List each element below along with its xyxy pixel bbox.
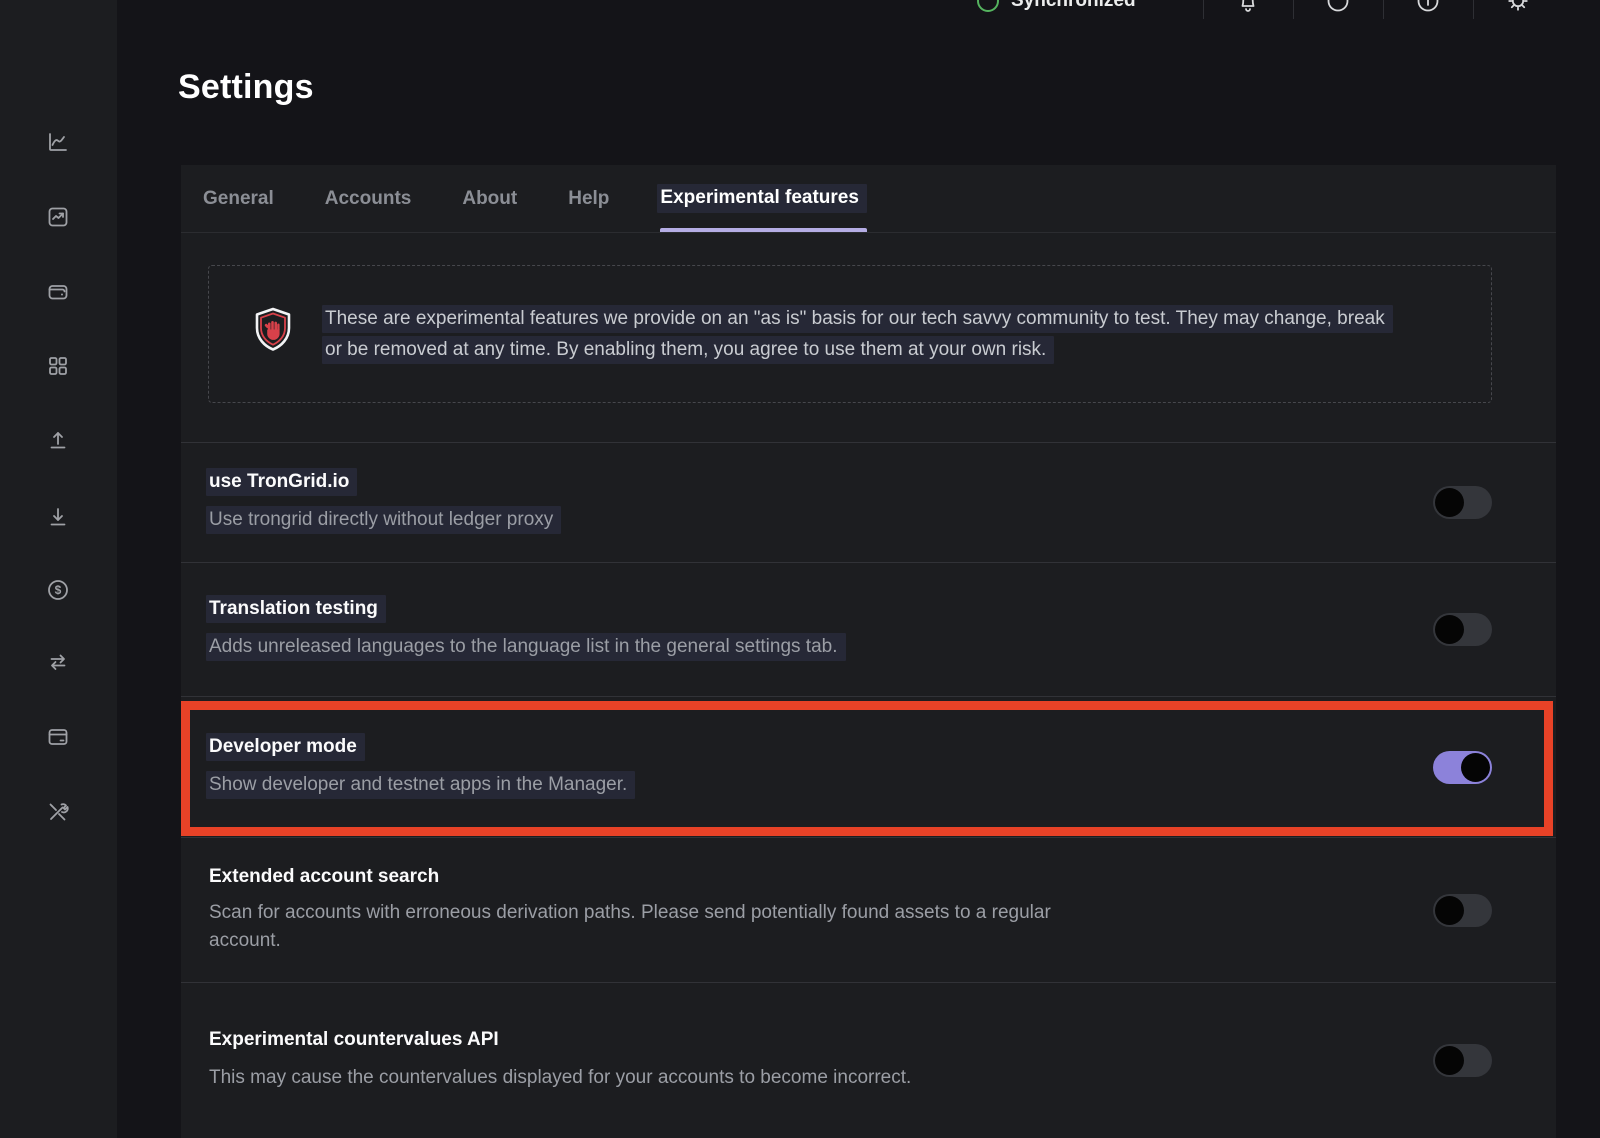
market-icon[interactable] xyxy=(46,205,70,229)
feature-title: Experimental countervalues API xyxy=(209,1029,499,1050)
toggle-knob xyxy=(1435,615,1464,644)
feature-title: use TronGrid.io xyxy=(206,468,357,496)
toggle-knob xyxy=(1435,488,1464,517)
tab-label: About xyxy=(462,188,517,210)
tab-experimental-features[interactable]: Experimental features xyxy=(660,165,867,232)
card-icon[interactable] xyxy=(46,725,70,749)
feature-description: This may cause the countervalues display… xyxy=(209,1067,911,1088)
help-circle-icon[interactable] xyxy=(1326,0,1350,13)
warning-section: These are experimental features we provi… xyxy=(181,233,1556,443)
feature-row-use-trongrid: use TronGrid.io Use trongrid directly wi… xyxy=(181,443,1556,563)
discover-apps-icon[interactable] xyxy=(46,354,70,378)
topbar-divider xyxy=(1383,0,1384,19)
topbar-divider xyxy=(1473,0,1474,19)
accounts-wallet-icon[interactable] xyxy=(46,280,70,304)
feature-row-countervalues-api: Experimental countervalues API This may … xyxy=(181,983,1556,1138)
toggle-knob xyxy=(1435,896,1464,925)
tab-label: Help xyxy=(568,188,609,210)
bell-icon[interactable] xyxy=(1236,0,1260,13)
feature-row-extended-account-search: Extended account search Scan for account… xyxy=(181,838,1556,983)
feature-description: Adds unreleased languages to the languag… xyxy=(206,633,846,661)
settings-card: General Accounts About Help Experimental… xyxy=(181,165,1556,1138)
receive-icon[interactable] xyxy=(46,505,70,529)
warning-box: These are experimental features we provi… xyxy=(208,265,1492,403)
feature-description: Use trongrid directly without ledger pro… xyxy=(206,506,561,534)
info-circle-icon[interactable] xyxy=(1416,0,1440,13)
topbar-divider xyxy=(1203,0,1204,19)
toggle-extended-account-search[interactable] xyxy=(1433,894,1492,927)
tab-label: Experimental features xyxy=(657,184,867,213)
tab-help[interactable]: Help xyxy=(568,165,609,232)
experimental-tools-icon[interactable] xyxy=(46,800,70,824)
tab-label: General xyxy=(203,188,274,210)
sync-status-label: Synchronized xyxy=(1011,0,1136,19)
feature-title: Developer mode xyxy=(206,733,365,761)
tab-accounts[interactable]: Accounts xyxy=(325,165,412,232)
gear-icon[interactable] xyxy=(1506,0,1530,13)
feature-row-developer-mode: Developer mode Show developer and testne… xyxy=(181,697,1556,838)
sync-status-icon xyxy=(977,0,999,12)
send-icon[interactable] xyxy=(46,428,70,452)
tab-general[interactable]: General xyxy=(203,165,274,232)
warning-text: These are experimental features we provi… xyxy=(325,303,1405,365)
feature-description: Scan for accounts with erroneous derivat… xyxy=(209,902,1051,951)
portfolio-icon[interactable] xyxy=(46,130,70,154)
toggle-knob xyxy=(1435,1046,1464,1075)
toggle-developer-mode[interactable] xyxy=(1433,751,1492,784)
feature-title: Translation testing xyxy=(206,595,386,623)
buy-sell-icon[interactable]: $ xyxy=(46,578,70,602)
toggle-countervalues-api[interactable] xyxy=(1433,1044,1492,1077)
toggle-knob xyxy=(1461,753,1490,782)
feature-row-translation-testing: Translation testing Adds unreleased lang… xyxy=(181,563,1556,697)
feature-title: Extended account search xyxy=(209,866,439,887)
topbar-divider xyxy=(1293,0,1294,19)
feature-description: Show developer and testnet apps in the M… xyxy=(206,771,635,799)
warning-text-content: These are experimental features we provi… xyxy=(322,305,1393,364)
toggle-use-trongrid[interactable] xyxy=(1433,486,1492,519)
swap-icon[interactable] xyxy=(46,650,70,674)
tab-about[interactable]: About xyxy=(462,165,517,232)
tab-label: Accounts xyxy=(325,188,412,210)
settings-tabbar: General Accounts About Help Experimental… xyxy=(181,165,1556,233)
sidebar: $ xyxy=(0,0,117,1138)
topbar: Synchronized xyxy=(0,0,1600,19)
toggle-translation-testing[interactable] xyxy=(1433,613,1492,646)
page-title: Settings xyxy=(178,68,314,107)
svg-text:$: $ xyxy=(55,583,62,597)
shield-hand-icon xyxy=(249,306,297,363)
